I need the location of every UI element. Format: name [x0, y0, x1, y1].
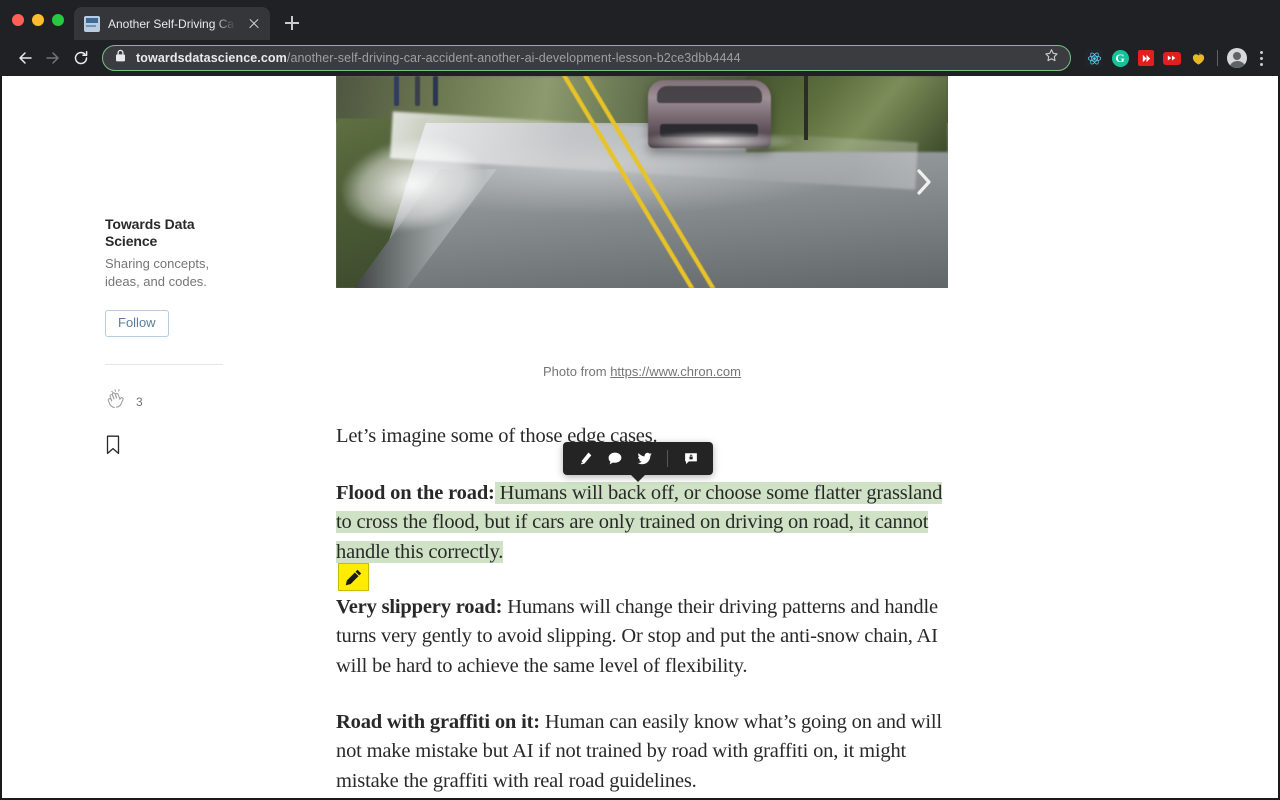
bookmark-row[interactable]	[105, 435, 225, 460]
hero-utility-pole	[804, 76, 809, 140]
publication-tagline: Sharing concepts, ideas, and codes.	[105, 256, 210, 290]
clap-row[interactable]: 3	[105, 388, 225, 415]
tab-title: Another Self-Driving Car Accide	[108, 16, 238, 31]
toolbar-divider	[1217, 50, 1218, 66]
apple-health-icon	[1190, 50, 1207, 67]
url-path: /another-self-driving-car-accident-anoth…	[286, 51, 741, 65]
close-window-button[interactable]	[12, 14, 24, 26]
lock-icon	[115, 49, 127, 67]
browser-window: Another Self-Driving Car Accide	[0, 0, 1280, 800]
extension-youtube-downloader[interactable]	[1159, 45, 1185, 71]
image-caption: Photo from https://www.chron.com	[336, 364, 948, 379]
paragraph-slippery-label: Very slippery road:	[336, 596, 503, 618]
url-domain: towardsdatascience.com	[136, 51, 287, 65]
clap-count: 3	[136, 394, 143, 409]
bookmark-icon[interactable]	[105, 435, 121, 459]
url-text: towardsdatascience.com/another-self-driv…	[136, 51, 1038, 65]
author-rail: Towards Data Science Sharing concepts, i…	[105, 216, 225, 460]
address-bar[interactable]: towardsdatascience.com/another-self-driv…	[102, 45, 1071, 71]
speech-bubble-icon	[608, 452, 622, 464]
menu-dot	[1259, 56, 1263, 60]
arrow-left-icon	[19, 52, 32, 64]
back-button[interactable]	[12, 45, 38, 71]
hero-image[interactable]	[336, 76, 948, 288]
extension-grammarly[interactable]: G	[1107, 45, 1133, 71]
reload-icon	[74, 50, 88, 65]
extension-video-downloader[interactable]	[1133, 45, 1159, 71]
article-page: Towards Data Science Sharing concepts, i…	[2, 76, 1278, 798]
page-viewport: Towards Data Science Sharing concepts, i…	[0, 76, 1280, 800]
new-tab-button[interactable]	[278, 9, 306, 37]
caption-link[interactable]: https://www.chron.com	[610, 364, 741, 379]
extension-react-devtools[interactable]	[1081, 45, 1107, 71]
forward-button[interactable]	[40, 45, 66, 71]
maximize-window-button[interactable]	[52, 14, 64, 26]
video-downloader-icon	[1138, 50, 1154, 66]
star-icon[interactable]	[1044, 48, 1060, 68]
browser-toolbar: towardsdatascience.com/another-self-driv…	[0, 40, 1280, 76]
grammarly-icon: G	[1111, 49, 1129, 67]
paragraph-flood-label: Flood on the road:	[336, 482, 495, 504]
profile-button[interactable]	[1224, 45, 1250, 71]
browser-menu-button[interactable]	[1250, 45, 1272, 71]
close-tab-icon[interactable]	[246, 16, 262, 32]
tab-strip: Another Self-Driving Car Accide	[0, 0, 1280, 40]
highlight-pen-button[interactable]	[577, 449, 594, 469]
extension-icons: G	[1081, 45, 1272, 71]
private-note-button[interactable]	[682, 449, 699, 469]
minimize-window-button[interactable]	[32, 14, 44, 26]
menu-dot	[1259, 50, 1263, 54]
caption-prefix: Photo from	[543, 364, 611, 379]
chevron-right-icon	[917, 169, 931, 195]
rail-divider	[105, 364, 223, 366]
paragraph-flood: Flood on the road: Humans will back off,…	[336, 479, 948, 567]
publication-name: Towards Data Science	[105, 216, 195, 250]
private-note-icon	[684, 452, 697, 464]
window-controls	[10, 0, 74, 40]
paragraph-slippery: Very slippery road: Humans will change t…	[336, 593, 948, 681]
hero-person	[414, 76, 420, 106]
highlight-toolbar	[563, 442, 713, 475]
arrow-right-icon	[46, 52, 59, 64]
paragraph-graffiti: Road with graffiti on it: Human can easi…	[336, 708, 948, 796]
paragraph-graffiti-label: Road with graffiti on it:	[336, 711, 540, 733]
toolbar-divider	[667, 450, 669, 467]
menu-dot	[1259, 62, 1263, 66]
pencil-icon	[345, 569, 362, 585]
youtube-downloader-icon	[1163, 51, 1181, 65]
extension-apple-health[interactable]	[1185, 45, 1211, 71]
tab-favicon-icon	[84, 15, 100, 32]
highlighter-pen-icon	[580, 452, 592, 465]
avatar-icon	[1227, 48, 1247, 68]
follow-button[interactable]: Follow	[105, 310, 169, 338]
annotate-pencil-button[interactable]	[338, 563, 369, 591]
reload-button[interactable]	[68, 45, 94, 71]
hero-person	[433, 76, 439, 106]
twitter-bird-icon	[637, 452, 652, 464]
hero-person	[394, 76, 400, 106]
browser-tab[interactable]: Another Self-Driving Car Accide	[74, 7, 270, 40]
react-devtools-icon	[1085, 49, 1103, 67]
hero-van-splash	[635, 131, 795, 153]
carousel-next-button[interactable]	[912, 164, 936, 200]
comment-button[interactable]	[607, 449, 624, 469]
clap-icon[interactable]	[105, 388, 127, 415]
hero-people	[388, 76, 449, 106]
tweet-button[interactable]	[637, 449, 654, 469]
